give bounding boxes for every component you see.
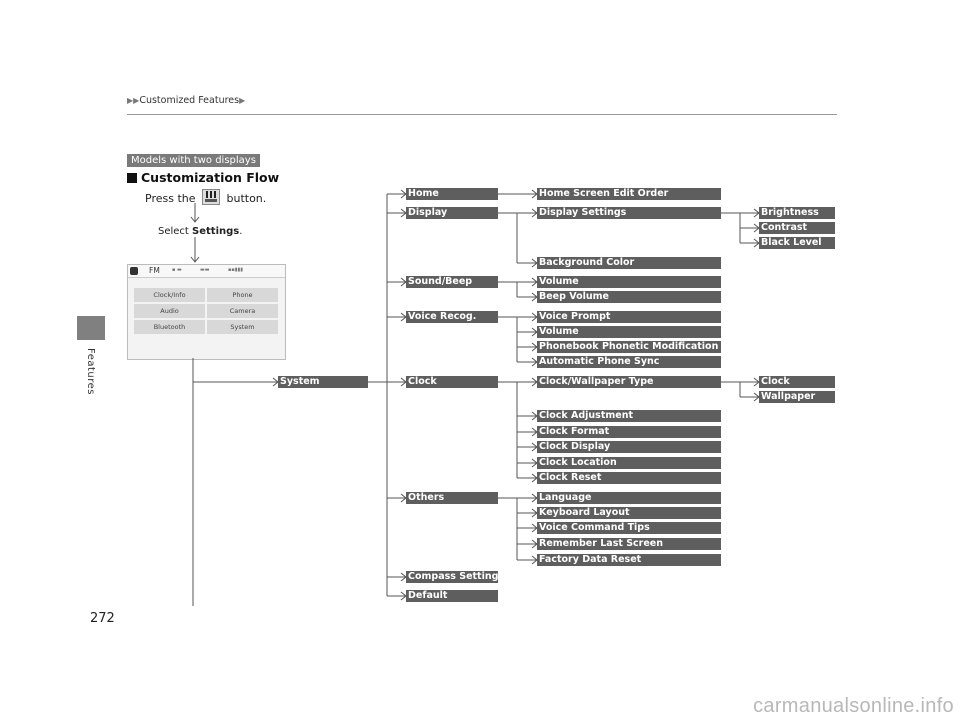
tree-node-factory-data-reset: Factory Data Reset bbox=[537, 554, 721, 566]
tree-node-voice-recog: Voice Recog. bbox=[406, 311, 498, 323]
tree-node-voice-prompt: Voice Prompt bbox=[537, 311, 721, 323]
tree-node-display-settings: Display Settings bbox=[537, 207, 721, 219]
tree-node-wallpaper: Wallpaper bbox=[759, 391, 835, 403]
tree-node-clock-display: Clock Display bbox=[537, 441, 721, 453]
tree-node-voice-command-tips: Voice Command Tips bbox=[537, 522, 721, 534]
tree-node-voice-volume: Volume bbox=[537, 326, 721, 338]
tree-node-keyboard-layout: Keyboard Layout bbox=[537, 507, 721, 519]
tree-node-clock-format: Clock Format bbox=[537, 426, 721, 438]
tree-node-sound-volume: Volume bbox=[537, 276, 721, 288]
tree-node-clock: Clock bbox=[406, 376, 498, 388]
tree-node-contrast: Contrast bbox=[759, 222, 835, 234]
tree-node-compass-setting: Compass Setting bbox=[406, 571, 498, 583]
tree-node-clock-reset: Clock Reset bbox=[537, 472, 721, 484]
tree-node-default: Default bbox=[406, 590, 498, 602]
tree-node-background-color: Background Color bbox=[537, 257, 721, 269]
tree-node-remember-last-screen: Remember Last Screen bbox=[537, 538, 721, 550]
tree-node-clock-location: Clock Location bbox=[537, 457, 721, 469]
tree-node-clock-wallpaper-type: Clock/Wallpaper Type bbox=[537, 376, 721, 388]
watermark: carmanualsonline.info bbox=[753, 695, 954, 717]
tree-node-clock-type: Clock bbox=[759, 376, 835, 388]
tree-node-beep-volume: Beep Volume bbox=[537, 291, 721, 303]
tree-node-display: Display bbox=[406, 207, 498, 219]
tree-node-black-level: Black Level bbox=[759, 237, 835, 249]
tree-node-clock-adjustment: Clock Adjustment bbox=[537, 410, 721, 422]
flow-connectors bbox=[190, 189, 760, 606]
tree-node-language: Language bbox=[537, 492, 721, 504]
tree-node-phonebook-phonetic-modification: Phonebook Phonetic Modification bbox=[537, 341, 721, 353]
tree-node-sound-beep: Sound/Beep bbox=[406, 276, 498, 288]
tree-node-home-screen-edit-order: Home Screen Edit Order bbox=[537, 188, 721, 200]
tree-node-system: System bbox=[278, 376, 368, 388]
tree-node-others: Others bbox=[406, 492, 498, 504]
tree-node-home: Home bbox=[406, 188, 498, 200]
tree-node-brightness: Brightness bbox=[759, 207, 835, 219]
tree-node-automatic-phone-sync: Automatic Phone Sync bbox=[537, 356, 721, 368]
